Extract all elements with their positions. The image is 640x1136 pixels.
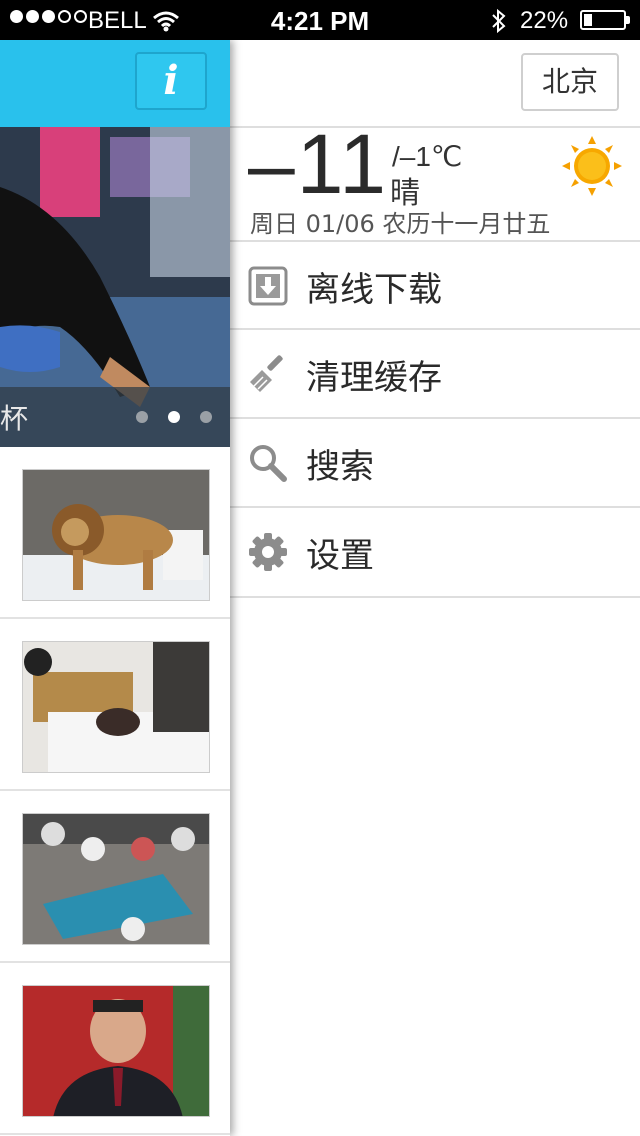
search-icon	[250, 445, 287, 482]
news-list-item[interactable]	[0, 447, 230, 619]
menu-label-settings: 设置	[306, 536, 374, 576]
news-header: i	[0, 40, 230, 127]
crowd-with-stretcher-photo	[22, 813, 210, 945]
news-feed-panel[interactable]: i 杯	[0, 40, 230, 1136]
gear-icon	[249, 533, 287, 571]
info-button[interactable]: i	[135, 52, 207, 110]
news-list-item[interactable]	[0, 963, 230, 1135]
menu-item-settings[interactable]: 设置	[230, 508, 640, 596]
battery-icon	[580, 10, 626, 30]
menu-label-offline-download: 离线下载	[306, 270, 442, 310]
carousel-pager[interactable]	[136, 411, 212, 423]
official-portrait-photo	[22, 985, 210, 1117]
pager-dot[interactable]	[168, 411, 180, 423]
menu-label-clear-cache: 清理缓存	[306, 358, 442, 398]
hero-caption: 杯	[0, 402, 29, 435]
pager-dot[interactable]	[136, 411, 148, 423]
status-bar: BELL 4:21 PM 22%	[0, 0, 640, 40]
menu-item-offline-download[interactable]: 离线下载	[230, 242, 640, 330]
lion-in-snow-photo	[22, 469, 210, 601]
date-line: 周日 01/06 农历十一月廿五	[250, 210, 551, 238]
download-icon	[248, 266, 288, 306]
pager-dot[interactable]	[200, 411, 212, 423]
side-menu: 北京 –11 /–1℃ 晴 周日 01/06 农历十一月廿五 离线下载 清理缓存…	[230, 40, 640, 1136]
menu-item-search[interactable]: 搜索	[230, 419, 640, 507]
bluetooth-icon	[492, 8, 506, 34]
broom-icon	[250, 355, 283, 392]
person-in-bed-photo	[22, 641, 210, 773]
city-select-button[interactable]: 北京	[521, 53, 619, 111]
battery-percentage: 22%	[520, 7, 569, 34]
news-list-item[interactable]	[0, 619, 230, 791]
news-list-item[interactable]	[0, 791, 230, 963]
hero-caption-bar: 杯	[0, 387, 230, 447]
menu-item-clear-cache[interactable]: 清理缓存	[230, 330, 640, 418]
sun-icon	[562, 136, 622, 196]
hero-carousel[interactable]: 杯	[0, 127, 230, 447]
temperature-current: –11	[248, 117, 388, 211]
menu-label-search: 搜索	[306, 447, 374, 487]
